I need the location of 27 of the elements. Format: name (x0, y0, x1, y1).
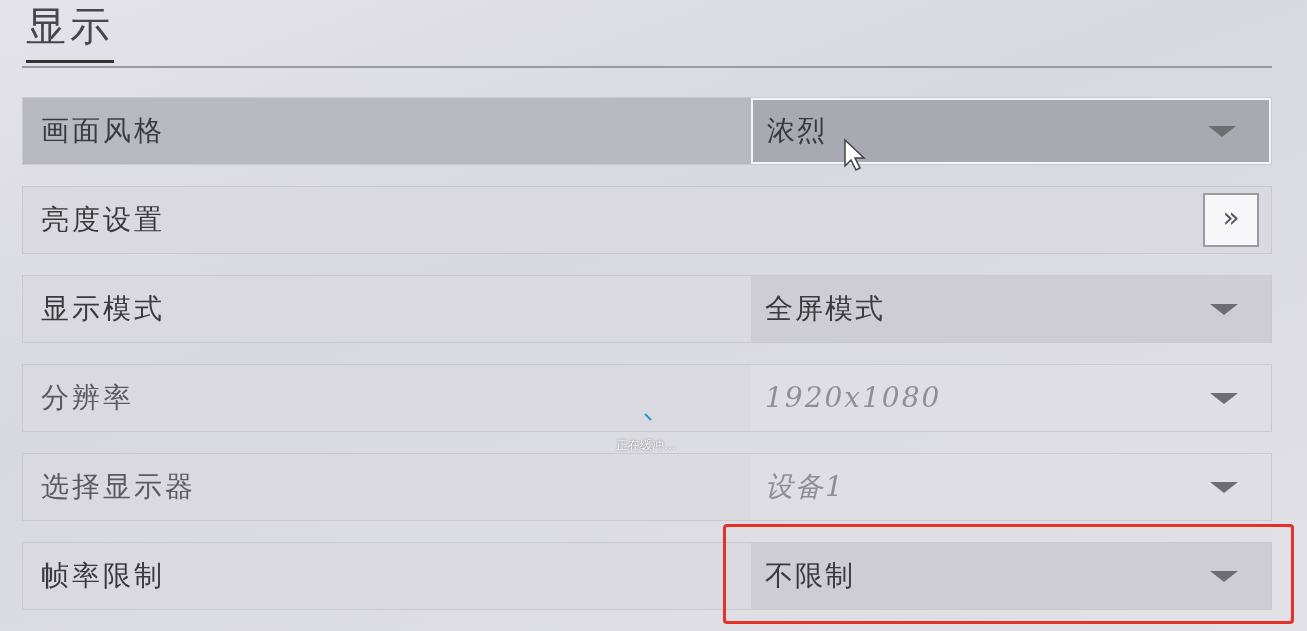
open-button[interactable]: » (1203, 193, 1259, 247)
dropdown-select[interactable]: 不限制 (751, 543, 1271, 609)
dropdown-caret-icon (1209, 569, 1239, 583)
setting-row[interactable]: 亮度设置 » (22, 186, 1272, 254)
section-title: 显示 (26, 6, 114, 63)
dropdown-value: 不限制 (765, 558, 855, 594)
dropdown-value: 全屏模式 (765, 291, 885, 327)
setting-label: 分辨率 (41, 380, 134, 416)
dropdown-value: 设备1 (765, 469, 845, 505)
setting-label: 选择显示器 (41, 469, 196, 505)
cursor-icon (843, 138, 867, 172)
dropdown-caret-icon (1209, 302, 1239, 316)
setting-row[interactable]: 画面风格 浓烈 (22, 97, 1272, 165)
loading-spinner-icon (644, 413, 652, 421)
setting-label: 显示模式 (41, 291, 165, 327)
dropdown-caret-icon (1207, 124, 1237, 138)
dropdown-caret-icon (1209, 391, 1239, 405)
setting-label: 亮度设置 (41, 202, 165, 238)
setting-label: 帧率限制 (41, 558, 165, 594)
setting-row[interactable]: 帧率限制 不限制 (22, 542, 1272, 610)
dropdown-caret-icon (1209, 480, 1239, 494)
setting-row[interactable]: 显示模式 全屏模式 (22, 275, 1272, 343)
setting-label: 画面风格 (41, 113, 165, 149)
dropdown-select[interactable]: 全屏模式 (751, 276, 1271, 342)
dropdown-value: 1920x1080 (765, 380, 942, 416)
dropdown-value: 浓烈 (767, 113, 827, 149)
dropdown-select[interactable]: 浓烈 (751, 98, 1271, 164)
